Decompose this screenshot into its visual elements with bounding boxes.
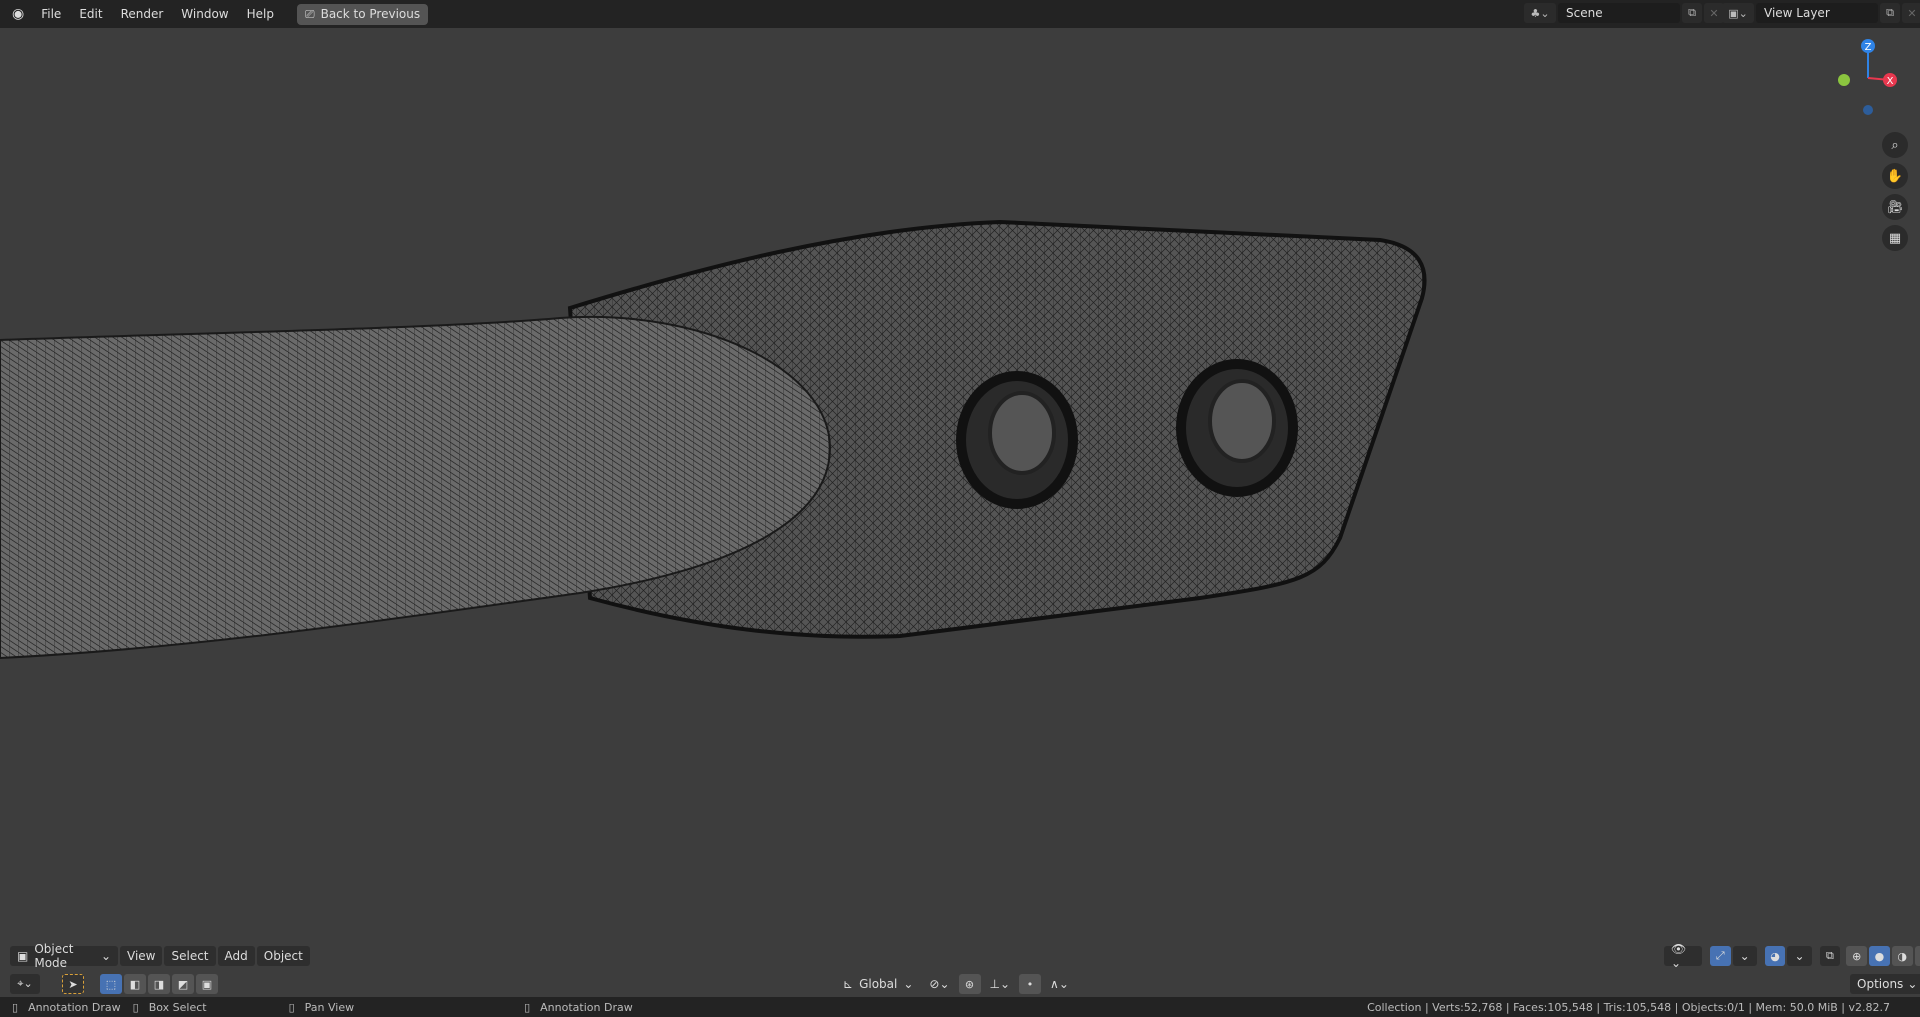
gizmo-y-axis[interactable]	[1838, 74, 1850, 86]
tool-settings-icon[interactable]: ⌖⌄	[10, 974, 40, 994]
3d-viewport[interactable]: Z X ⌕ ✋ 🎥︎ ▦ ▣ Object Mode ⌄ View Select A…	[0, 28, 1920, 996]
scene-field[interactable]: Scene	[1558, 3, 1680, 23]
perspective-grid-icon[interactable]: ▦	[1882, 225, 1908, 251]
new-view-layer-icon[interactable]: ⧉	[1880, 3, 1900, 23]
mode-dropdown[interactable]: ▣ Object Mode ⌄	[10, 942, 118, 970]
visibility-icon[interactable]: 👁︎⌄	[1664, 942, 1702, 970]
chevron-down-icon: ⌄	[100, 949, 111, 963]
mouse-extra-icon: ▯	[524, 1000, 531, 1014]
menu-object[interactable]: Object	[256, 946, 310, 966]
menu-select[interactable]: Select	[164, 946, 216, 966]
snap-icon[interactable]: ⊛	[958, 974, 981, 994]
solid-shading-icon[interactable]: ●	[1869, 946, 1890, 966]
select-intersect-icon[interactable]: ▣	[196, 974, 218, 994]
select-extend-icon[interactable]: ◧	[124, 974, 146, 994]
menu-render[interactable]: Render	[112, 7, 173, 21]
orientation-icon: ⊾	[843, 977, 854, 991]
mouse-middle-icon: ▯	[132, 1000, 139, 1014]
select-invert-icon[interactable]: ◩	[172, 974, 194, 994]
wireframe-shading-icon[interactable]: ⊕	[1846, 946, 1868, 966]
rendered-shading-icon[interactable]: ◌	[1914, 946, 1920, 966]
status-right-mouse: Pan View	[304, 1000, 355, 1014]
menu-file[interactable]: File	[32, 7, 70, 21]
hole-1-inner	[988, 391, 1056, 475]
blender-logo-icon[interactable]: ◉	[12, 6, 24, 22]
status-middle-mouse: Box Select	[148, 1000, 207, 1014]
back-label: Back to Previous	[320, 7, 421, 21]
snap-target-icon[interactable]: ⊥⌄	[983, 974, 1018, 994]
transform-controls: ⊾ Global ⌄ ⊘⌄ ⊛ ⊥⌄ • ∧⌄	[836, 974, 1076, 994]
falloff-icon[interactable]: ∧⌄	[1043, 974, 1076, 994]
monitor-icon: ⎚	[304, 6, 315, 21]
top-bar: ◉ File Edit Render Window Help ⎚ Back to …	[0, 0, 1920, 28]
pan-hand-icon[interactable]: ✋	[1882, 163, 1908, 189]
menu-add[interactable]: Add	[217, 946, 255, 966]
select-new-icon[interactable]: ⬚	[100, 974, 122, 994]
menu-edit[interactable]: Edit	[70, 7, 111, 21]
select-tool-icon[interactable]: ➤	[62, 974, 84, 994]
wireframe-mesh	[0, 219, 1427, 660]
status-extra: Annotation Draw	[540, 1000, 633, 1014]
mode-label: Object Mode	[34, 942, 74, 970]
zoom-icon[interactable]: ⌕	[1882, 132, 1908, 158]
mouse-left-icon: ▯	[12, 1000, 19, 1014]
back-to-previous-button[interactable]: ⎚ Back to Previous	[296, 3, 429, 25]
gizmo-dropdown-icon[interactable]: ⌄	[1732, 946, 1757, 966]
orientation-label: Global	[859, 977, 898, 991]
material-shading-icon[interactable]: ◑	[1891, 946, 1913, 966]
chevron-down-icon: ⌄	[1907, 977, 1918, 991]
object-mode-icon: ▣	[17, 949, 29, 963]
xray-icon[interactable]: ⧉	[1819, 946, 1841, 966]
viewport-header-left: ▣ Object Mode ⌄ View Select Add Object	[10, 942, 310, 970]
status-bar: ▯ Annotation Draw ▯ Box Select ▯ Pan Vie…	[0, 997, 1920, 1017]
gizmo-neg-z-axis[interactable]	[1863, 105, 1873, 115]
mouse-right-icon: ▯	[288, 1000, 295, 1014]
pivot-icon[interactable]: ⊘⌄	[922, 974, 956, 994]
delete-view-layer-icon[interactable]: ✕	[1902, 3, 1920, 23]
menu-window[interactable]: Window	[172, 7, 237, 21]
hole-2-inner	[1208, 379, 1276, 463]
status-left-mouse: Annotation Draw	[28, 1000, 121, 1014]
chevron-down-icon: ⌄	[903, 977, 914, 991]
scene-selector-icon[interactable]: ♣⌄	[1524, 3, 1556, 23]
scene-statistics: Collection | Verts:52,768 | Faces:105,54…	[1367, 1000, 1890, 1014]
new-scene-icon[interactable]: ⧉	[1682, 3, 1702, 23]
gizmo-z-label: Z	[1865, 42, 1872, 53]
delete-scene-icon[interactable]: ✕	[1704, 3, 1724, 23]
navigation-gizmo[interactable]: Z X	[1830, 34, 1910, 124]
tool-header: ⌖⌄ ➤ ⬚ ◧ ◨ ◩ ▣	[10, 974, 218, 994]
overlay-toggle-icon[interactable]: ◕	[1764, 946, 1786, 966]
view-layer-field[interactable]: View Layer	[1756, 3, 1878, 23]
view-layer-selector-icon[interactable]: ▣⌄	[1722, 3, 1754, 23]
transform-orientation-dropdown[interactable]: ⊾ Global ⌄	[836, 974, 920, 994]
menu-view[interactable]: View	[120, 946, 163, 966]
gizmo-toggle-icon[interactable]: ⤢	[1709, 946, 1731, 966]
viewport-header-right: 👁︎⌄ ⤢ ⌄ ◕ ⌄ ⧉ ⊕ ● ◑ ◌ ⌄	[1664, 942, 1920, 970]
options-dropdown[interactable]: Options ⌄	[1850, 974, 1920, 994]
menu-help[interactable]: Help	[238, 7, 283, 21]
options-label: Options	[1857, 977, 1904, 991]
overlay-dropdown-icon[interactable]: ⌄	[1787, 946, 1812, 966]
select-subtract-icon[interactable]: ◨	[148, 974, 170, 994]
gizmo-x-label: X	[1887, 76, 1894, 87]
camera-icon[interactable]: 🎥︎	[1882, 194, 1908, 220]
proportional-edit-icon[interactable]: •	[1019, 974, 1042, 994]
